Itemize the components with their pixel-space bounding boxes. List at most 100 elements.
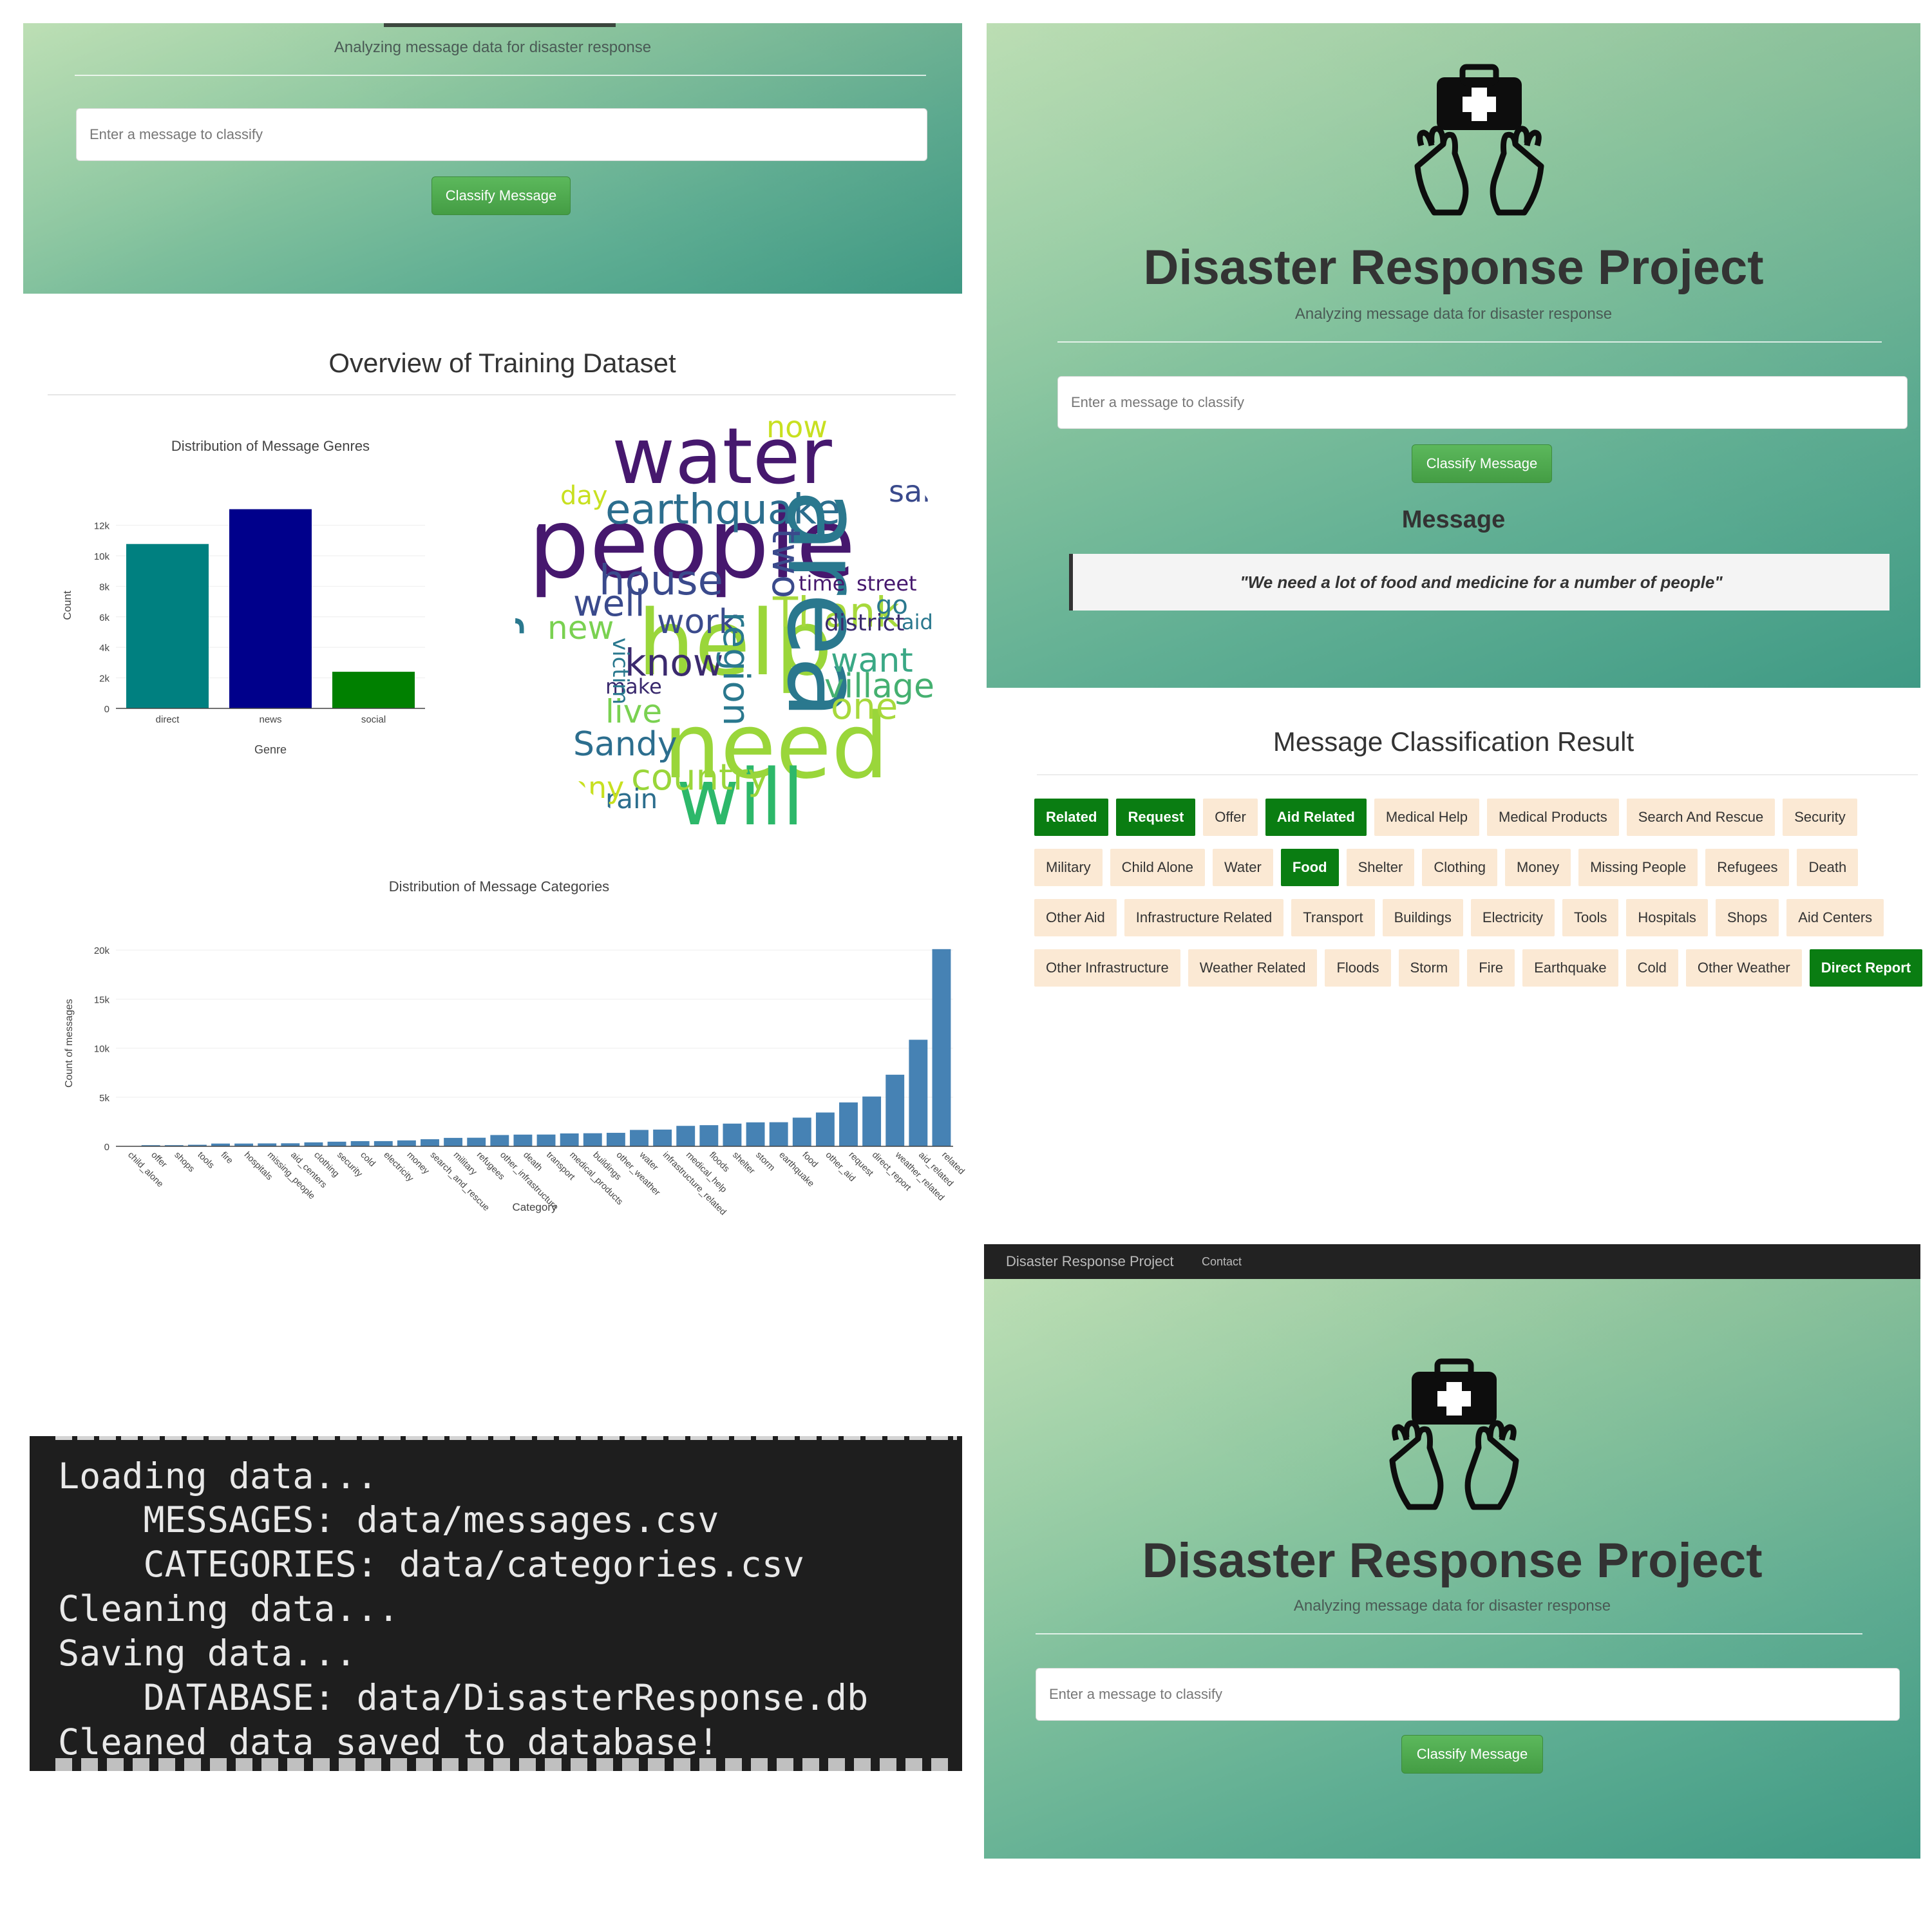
category-bar xyxy=(676,1126,696,1146)
word-cloud-word: time xyxy=(799,571,846,596)
category-tag: Search And Rescue xyxy=(1626,799,1776,836)
category-tag: Money xyxy=(1505,849,1571,886)
category-tag: Missing People xyxy=(1578,849,1698,886)
x-tick-label: social xyxy=(361,714,386,725)
classify-button[interactable]: Classify Message xyxy=(431,176,571,215)
message-quote: "We need a lot of food and medicine for … xyxy=(1069,554,1889,611)
word-cloud-word: one xyxy=(831,686,898,728)
categories-chart: 05k10k15k20kchild_aloneoffer shopstools fi… xyxy=(64,945,967,1217)
cropped-title-remnant xyxy=(23,23,962,27)
y-tick-label: 2k xyxy=(99,674,109,685)
message-input[interactable]: Enter a message to classify xyxy=(1036,1668,1900,1721)
word-cloud-word: region xyxy=(715,612,757,726)
hero-subtitle: Analyzing message data for disaster resp… xyxy=(1294,305,1613,323)
terminal-line: DATABASE: data/DisasterResponse.db xyxy=(58,1677,869,1718)
y-tick-label: 0 xyxy=(104,704,109,715)
y-axis-label: Count xyxy=(61,591,73,620)
category-tag: Clothing xyxy=(1422,849,1498,886)
word-cloud-word: new xyxy=(547,609,614,647)
genre-bar xyxy=(126,544,209,708)
category-tag: Direct Report xyxy=(1809,949,1923,987)
category-tag: Death xyxy=(1797,849,1859,886)
genre-chart-title: Distribution of Message Genres xyxy=(171,438,370,454)
category-bar xyxy=(467,1137,486,1146)
x-tick-label: direct xyxy=(156,714,180,725)
overview-title: Overview of Training Dataset xyxy=(328,348,676,378)
category-tag: Shops xyxy=(1715,899,1779,936)
category-tag: Tools xyxy=(1562,899,1619,936)
category-tag: Cold xyxy=(1625,949,1678,987)
medical-kit-hands-icon xyxy=(1414,64,1544,216)
categories-chart-title: Distribution of Message Categories xyxy=(388,878,610,895)
word-cloud: water people help need earthquake house Thank w… xyxy=(515,399,966,850)
top-right-hero: Disaster Response Project Analyzing mess… xyxy=(987,23,1920,688)
y-tick-label: 6k xyxy=(99,612,109,623)
hero-divider xyxy=(1036,1633,1862,1634)
result-title: Message Classification Result xyxy=(1273,726,1634,757)
x-tick-label: shops xyxy=(173,1150,197,1174)
message-input[interactable]: Enter a message to classify xyxy=(1057,376,1908,429)
x-axis-label: Genre xyxy=(254,743,287,756)
category-bar xyxy=(862,1096,882,1146)
nav-brand[interactable]: Disaster Response Project xyxy=(1006,1253,1173,1270)
y-tick-label: 15k xyxy=(94,994,110,1005)
category-tag: Request xyxy=(1116,799,1196,836)
category-bar xyxy=(606,1133,625,1146)
hero-divider xyxy=(1057,341,1882,343)
message-input[interactable]: Enter a message to classify xyxy=(76,108,927,161)
terminal-cropped-prompt xyxy=(30,1436,962,1449)
x-tick-label: offer xyxy=(149,1150,169,1170)
category-tag: Other Aid xyxy=(1034,899,1117,936)
classify-button[interactable]: Classify Message xyxy=(1401,1735,1543,1774)
category-bar xyxy=(327,1141,346,1146)
category-bar xyxy=(444,1137,463,1146)
category-tag: Water xyxy=(1212,849,1273,886)
y-tick-label: 12k xyxy=(94,521,110,532)
terminal-cropped-line xyxy=(55,1758,957,1771)
navbar: Disaster Response Project Contact xyxy=(984,1244,1920,1279)
x-tick-label: fire xyxy=(219,1150,235,1166)
classify-button[interactable]: Classify Message xyxy=(1412,444,1552,483)
terminal-line: Saving data... xyxy=(58,1633,357,1674)
y-tick-label: 10k xyxy=(94,551,110,562)
y-tick-label: 8k xyxy=(99,582,109,592)
message-text: "We need a lot of food and medicine for … xyxy=(1240,572,1723,592)
category-tag: Medical Help xyxy=(1374,799,1479,836)
hero-subtitle: Analyzing message data for disaster resp… xyxy=(334,39,652,56)
y-tick-label: 10k xyxy=(94,1044,110,1055)
category-tag: Food xyxy=(1280,849,1339,886)
category-bar xyxy=(583,1133,602,1146)
page-title: Disaster Response Project xyxy=(1143,240,1764,295)
x-tick-label: news xyxy=(259,714,281,725)
category-tag: Military xyxy=(1034,849,1103,886)
nav-contact[interactable]: Contact xyxy=(1202,1255,1242,1269)
category-tag: Shelter xyxy=(1346,849,1415,886)
category-tag: Child Alone xyxy=(1110,849,1205,886)
y-tick-label: 0 xyxy=(104,1142,109,1153)
category-bar xyxy=(746,1122,765,1146)
category-bar xyxy=(560,1133,579,1146)
genre-bar xyxy=(332,672,415,708)
category-bar xyxy=(723,1123,742,1146)
y-axis-label: Count of messages xyxy=(64,999,75,1088)
category-bar xyxy=(536,1134,556,1146)
genre-bar xyxy=(229,509,312,708)
category-bar xyxy=(815,1112,835,1146)
x-tick-label: food xyxy=(800,1150,820,1170)
message-heading: Message xyxy=(1401,506,1506,533)
word-cloud-word: Sandy xyxy=(573,725,677,764)
category-tag: Hospitals xyxy=(1626,899,1708,936)
terminal-line: Cleaned data saved to database! xyxy=(58,1721,719,1763)
category-bar xyxy=(350,1141,370,1146)
category-bar xyxy=(513,1134,533,1146)
category-bar xyxy=(699,1125,719,1146)
word-cloud-word: aid xyxy=(902,610,933,634)
x-tick-label: security xyxy=(336,1150,365,1179)
category-bar xyxy=(769,1122,788,1146)
category-bar xyxy=(397,1140,416,1146)
overview-divider xyxy=(48,394,956,395)
category-tag: Weather Related xyxy=(1188,949,1318,987)
top-left-hero: Analyzing message data for disaster resp… xyxy=(23,23,962,294)
word-cloud-word: victim xyxy=(607,638,633,705)
x-tick-label: tools xyxy=(196,1150,216,1170)
